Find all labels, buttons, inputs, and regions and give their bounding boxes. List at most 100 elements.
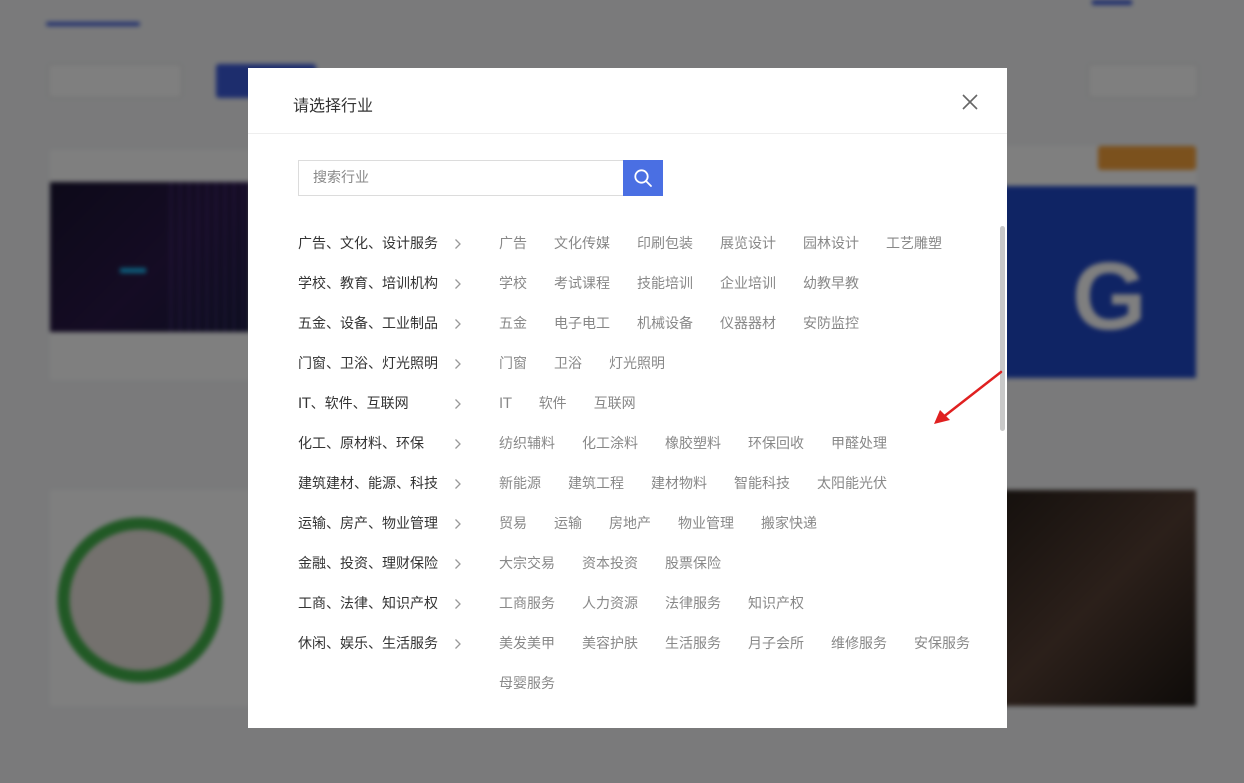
- category-label: 运输、房产、物业管理: [298, 516, 438, 532]
- category-item[interactable]: 金融、投资、理财保险: [298, 544, 468, 584]
- category-list: 广告、文化、设计服务 广告 文化传媒 印刷包装 展览设计 园林设计 工艺雕塑 学校、教育、培训…: [298, 224, 998, 704]
- category-label: 化工、原材料、环保: [298, 436, 424, 452]
- subcategory-item[interactable]: 灯光照明: [609, 344, 665, 384]
- subcategory-item[interactable]: 工艺雕塑: [886, 224, 942, 264]
- subcategory-item[interactable]: 技能培训: [637, 264, 693, 304]
- subcategory-item[interactable]: 印刷包装: [637, 224, 693, 264]
- chevron-right-icon: [452, 624, 464, 664]
- subcategory-item[interactable]: 运输: [554, 504, 582, 544]
- subcategory-item[interactable]: 智能科技: [734, 464, 790, 504]
- category-row: 运输、房产、物业管理 贸易 运输 房地产 物业管理 搬家快递: [298, 504, 998, 544]
- subcategory-group: 门窗 卫浴 灯光照明: [499, 344, 999, 384]
- subcategory-item[interactable]: 建材物料: [651, 464, 707, 504]
- search-input[interactable]: [298, 160, 624, 196]
- subcategory-item[interactable]: 企业培训: [720, 264, 776, 304]
- subcategory-item[interactable]: 母婴服务: [499, 664, 555, 704]
- subcategory-item[interactable]: 考试课程: [554, 264, 610, 304]
- category-item[interactable]: 广告、文化、设计服务: [298, 224, 468, 264]
- subcategory-item[interactable]: 贸易: [499, 504, 527, 544]
- subcategory-group: 工商服务 人力资源 法律服务 知识产权: [499, 584, 999, 624]
- category-item[interactable]: 休闲、娱乐、生活服务: [298, 624, 468, 664]
- category-row: 工商、法律、知识产权 工商服务 人力资源 法律服务 知识产权: [298, 584, 998, 624]
- modal-header: 请选择行业: [248, 68, 1007, 134]
- subcategory-group: 贸易 运输 房地产 物业管理 搬家快递: [499, 504, 999, 544]
- category-item[interactable]: 运输、房产、物业管理: [298, 504, 468, 544]
- chevron-right-icon: [452, 584, 464, 624]
- subcategory-item[interactable]: 橡胶塑料: [665, 424, 721, 464]
- subcategory-item[interactable]: 物业管理: [678, 504, 734, 544]
- subcategory-item[interactable]: 互联网: [594, 384, 636, 424]
- subcategory-item[interactable]: 月子会所: [748, 624, 804, 664]
- subcategory-item[interactable]: 文化传媒: [554, 224, 610, 264]
- subcategory-item[interactable]: IT: [499, 384, 512, 424]
- category-label: IT、软件、互联网: [298, 396, 409, 412]
- modal-title: 请选择行业: [293, 96, 374, 115]
- subcategory-item[interactable]: 安保服务: [914, 624, 970, 664]
- subcategory-item[interactable]: 门窗: [499, 344, 527, 384]
- search-button[interactable]: [623, 160, 663, 196]
- subcategory-item[interactable]: 知识产权: [748, 584, 804, 624]
- subcategory-item[interactable]: 电子电工: [554, 304, 610, 344]
- category-item[interactable]: 五金、设备、工业制品: [298, 304, 468, 344]
- subcategory-group: 新能源 建筑工程 建材物料 智能科技 太阳能光伏: [499, 464, 999, 504]
- subcategory-item[interactable]: 甲醛处理: [831, 424, 887, 464]
- subcategory-item[interactable]: 卫浴: [554, 344, 582, 384]
- subcategory-item[interactable]: 房地产: [609, 504, 651, 544]
- category-row: 学校、教育、培训机构 学校 考试课程 技能培训 企业培训 幼教早教: [298, 264, 998, 304]
- category-row: 金融、投资、理财保险 大宗交易 资本投资 股票保险: [298, 544, 998, 584]
- subcategory-item[interactable]: 股票保险: [665, 544, 721, 584]
- subcategory-item[interactable]: 学校: [499, 264, 527, 304]
- close-button[interactable]: [960, 92, 980, 112]
- subcategory-item[interactable]: 太阳能光伏: [817, 464, 887, 504]
- chevron-right-icon: [452, 224, 464, 264]
- subcategory-item[interactable]: 环保回收: [748, 424, 804, 464]
- chevron-right-icon: [452, 464, 464, 504]
- category-item[interactable]: 工商、法律、知识产权: [298, 584, 468, 624]
- subcategory-item[interactable]: 工商服务: [499, 584, 555, 624]
- category-item[interactable]: IT、软件、互联网: [298, 384, 468, 424]
- subcategory-item[interactable]: 纺织辅料: [499, 424, 555, 464]
- subcategory-item[interactable]: 机械设备: [637, 304, 693, 344]
- subcategory-item[interactable]: 维修服务: [831, 624, 887, 664]
- subcategory-item[interactable]: 资本投资: [582, 544, 638, 584]
- subcategory-item[interactable]: 化工涂料: [582, 424, 638, 464]
- subcategory-item[interactable]: 五金: [499, 304, 527, 344]
- subcategory-group: 五金 电子电工 机械设备 仪器器材 安防监控: [499, 304, 999, 344]
- subcategory-item[interactable]: 新能源: [499, 464, 541, 504]
- subcategory-item[interactable]: 搬家快递: [761, 504, 817, 544]
- subcategory-group: 纺织辅料 化工涂料 橡胶塑料 环保回收 甲醛处理: [499, 424, 999, 464]
- category-row: 广告、文化、设计服务 广告 文化传媒 印刷包装 展览设计 园林设计 工艺雕塑: [298, 224, 998, 264]
- category-item[interactable]: 化工、原材料、环保: [298, 424, 468, 464]
- chevron-right-icon: [452, 424, 464, 464]
- category-label: 建筑建材、能源、科技: [298, 476, 438, 492]
- category-row: 休闲、娱乐、生活服务 美发美甲 美容护肤 生活服务 月子会所 维修服务 安保服务母婴服务: [298, 624, 998, 704]
- subcategory-item[interactable]: 园林设计: [803, 224, 859, 264]
- subcategory-item[interactable]: 美发美甲: [499, 624, 555, 664]
- subcategory-item[interactable]: 建筑工程: [568, 464, 624, 504]
- subcategory-item[interactable]: 生活服务: [665, 624, 721, 664]
- subcategory-item[interactable]: 人力资源: [582, 584, 638, 624]
- category-item[interactable]: 门窗、卫浴、灯光照明: [298, 344, 468, 384]
- category-label: 工商、法律、知识产权: [298, 596, 438, 612]
- chevron-right-icon: [452, 264, 464, 304]
- subcategory-item[interactable]: 仪器器材: [720, 304, 776, 344]
- chevron-right-icon: [452, 544, 464, 584]
- category-item[interactable]: 学校、教育、培训机构: [298, 264, 468, 304]
- category-label: 广告、文化、设计服务: [298, 236, 438, 252]
- chevron-right-icon: [452, 304, 464, 344]
- subcategory-group: 广告 文化传媒 印刷包装 展览设计 园林设计 工艺雕塑: [499, 224, 999, 264]
- category-item[interactable]: 建筑建材、能源、科技: [298, 464, 468, 504]
- category-label: 门窗、卫浴、灯光照明: [298, 356, 438, 372]
- subcategory-item[interactable]: 软件: [539, 384, 567, 424]
- subcategory-item[interactable]: 美容护肤: [582, 624, 638, 664]
- scrollbar[interactable]: [1000, 226, 1005, 706]
- subcategory-item[interactable]: 幼教早教: [803, 264, 859, 304]
- subcategory-item[interactable]: 广告: [499, 224, 527, 264]
- category-row: 建筑建材、能源、科技 新能源 建筑工程 建材物料 智能科技 太阳能光伏: [298, 464, 998, 504]
- category-row: IT、软件、互联网 IT 软件 互联网: [298, 384, 998, 424]
- subcategory-item[interactable]: 安防监控: [803, 304, 859, 344]
- subcategory-item[interactable]: 大宗交易: [499, 544, 555, 584]
- subcategory-item[interactable]: 展览设计: [720, 224, 776, 264]
- subcategory-item[interactable]: 法律服务: [665, 584, 721, 624]
- close-icon: [962, 94, 978, 110]
